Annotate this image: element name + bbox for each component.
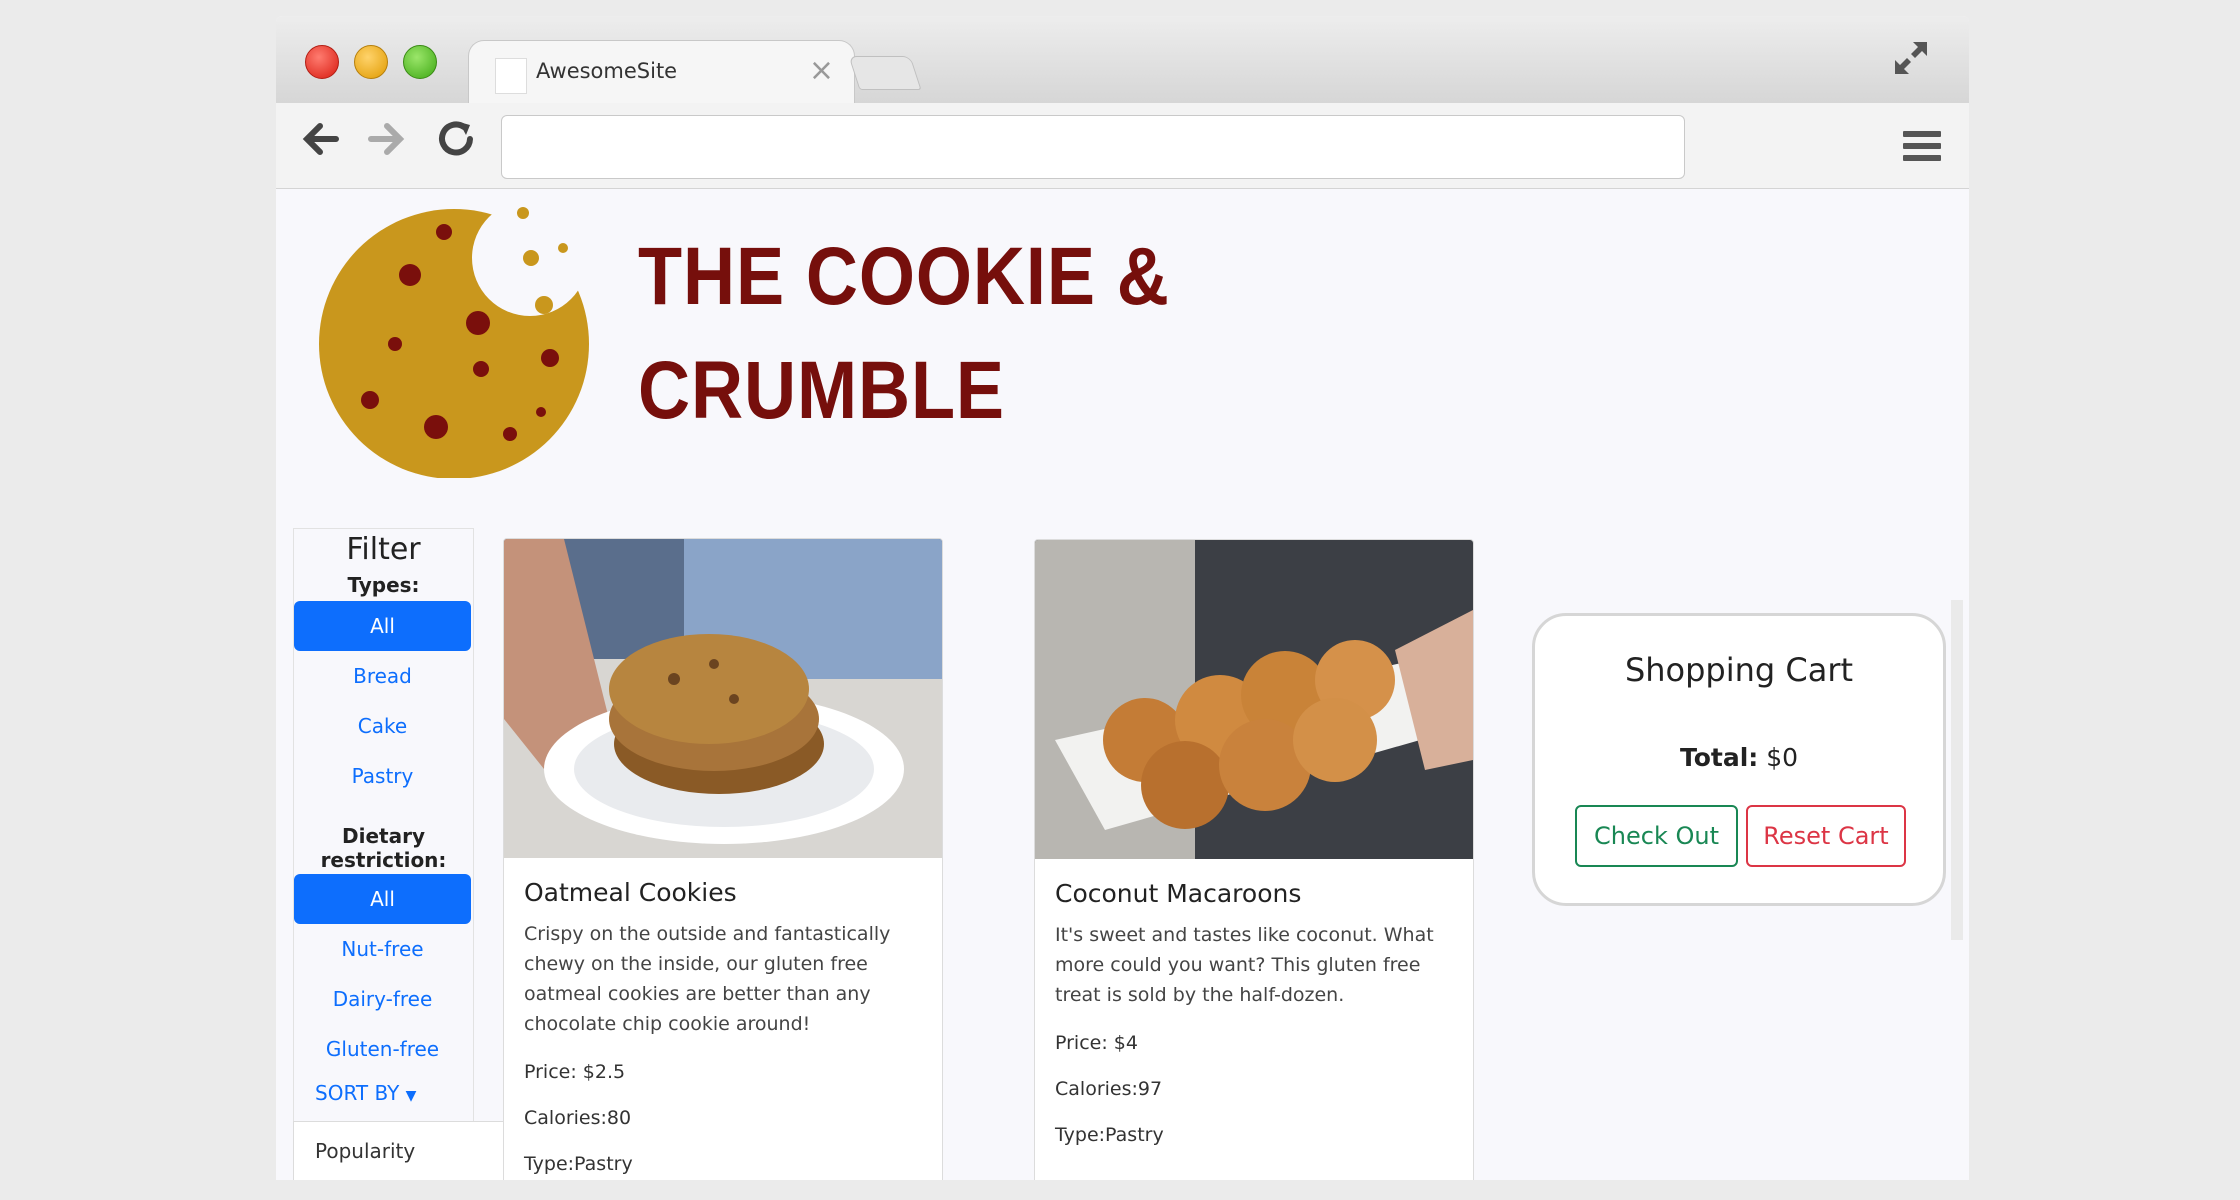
cart-total-label: Total: bbox=[1679, 743, 1759, 772]
product-price: Price: $4 bbox=[1055, 1032, 1138, 1054]
type-filter-pastry[interactable]: Pastry bbox=[294, 751, 471, 801]
new-tab-button[interactable] bbox=[848, 56, 922, 90]
product-card: Coconut Macaroons It's sweet and tastes … bbox=[1034, 539, 1474, 1180]
dietary-filter-dairy-free[interactable]: Dairy-free bbox=[294, 974, 471, 1024]
dietary-filter-all[interactable]: All bbox=[294, 874, 471, 924]
dietary-filter-gluten-free[interactable]: Gluten-free bbox=[294, 1024, 471, 1074]
product-name: Oatmeal Cookies bbox=[524, 878, 737, 907]
shopping-cart-panel: Shopping Cart Total: $0 Check Out Reset … bbox=[1532, 613, 1946, 906]
brand-line-2: CRUMBLE bbox=[638, 345, 1005, 436]
fullscreen-icon[interactable] bbox=[1891, 38, 1931, 88]
product-type: Type:Pastry bbox=[524, 1153, 633, 1175]
browser-toolbar bbox=[276, 103, 1969, 189]
brand-line-1: THE COOKIE & bbox=[638, 231, 1170, 322]
caret-down-icon: ▼ bbox=[405, 1088, 417, 1104]
reset-cart-button[interactable]: Reset Cart bbox=[1746, 805, 1906, 867]
product-type: Type:Pastry bbox=[1055, 1124, 1164, 1146]
type-filter-bread[interactable]: Bread bbox=[294, 651, 471, 701]
address-bar[interactable] bbox=[501, 115, 1685, 179]
back-arrow-icon[interactable] bbox=[298, 117, 342, 172]
hamburger-menu-icon[interactable] bbox=[1903, 131, 1941, 167]
dietary-label: Dietary restriction: bbox=[320, 824, 447, 872]
product-calories: Calories:97 bbox=[1055, 1078, 1163, 1100]
oatmeal-cookies-image bbox=[504, 539, 942, 858]
product-calories: Calories:80 bbox=[524, 1107, 632, 1129]
tab-close-icon[interactable]: × bbox=[809, 53, 834, 88]
scrollbar[interactable] bbox=[1951, 600, 1963, 940]
page-content: THE COOKIE & CRUMBLE Filter Types: All B… bbox=[276, 157, 1969, 1180]
product-description: Crispy on the outside and fantastically … bbox=[524, 923, 891, 1035]
types-label: Types: bbox=[347, 573, 420, 597]
maximize-window-button[interactable] bbox=[403, 45, 437, 79]
cart-total-value: $0 bbox=[1766, 743, 1799, 772]
product-price: Price: $2.5 bbox=[524, 1061, 626, 1083]
browser-window: AwesomeSite × THE COOKIE & CRUMBLE Filte… bbox=[276, 16, 1969, 1180]
reload-icon[interactable] bbox=[434, 117, 478, 172]
cart-total: Total: $0 bbox=[1535, 743, 1943, 772]
sort-by-label: SORT BY bbox=[315, 1081, 400, 1105]
tab-title: AwesomeSite bbox=[536, 59, 678, 83]
minimize-window-button[interactable] bbox=[354, 45, 388, 79]
product-card: Oatmeal Cookies Crispy on the outside an… bbox=[503, 538, 943, 1180]
filter-title: Filter bbox=[346, 532, 421, 567]
dietary-filter-nut-free[interactable]: Nut-free bbox=[294, 924, 471, 974]
coconut-macaroons-image bbox=[1035, 540, 1473, 859]
brand-title: THE COOKIE & CRUMBLE bbox=[638, 220, 1170, 448]
check-out-button[interactable]: Check Out bbox=[1575, 805, 1738, 867]
close-window-button[interactable] bbox=[305, 45, 339, 79]
filter-panel: Filter Types: All Bread Cake Pastry Diet… bbox=[293, 528, 539, 1180]
type-filter-cake[interactable]: Cake bbox=[294, 701, 471, 751]
product-name: Coconut Macaroons bbox=[1055, 879, 1302, 908]
cookie-logo-icon bbox=[318, 157, 610, 479]
forward-arrow-icon[interactable] bbox=[365, 117, 409, 172]
browser-titlebar: AwesomeSite × bbox=[276, 16, 1969, 105]
cart-title: Shopping Cart bbox=[1624, 651, 1854, 689]
type-filter-all[interactable]: All bbox=[294, 601, 471, 651]
browser-tab[interactable]: AwesomeSite × bbox=[468, 40, 855, 105]
sort-by-dropdown[interactable]: SORT BY ▼ bbox=[315, 1081, 416, 1105]
product-description: It's sweet and tastes like coconut. What… bbox=[1055, 924, 1434, 1006]
page-icon bbox=[495, 58, 527, 94]
